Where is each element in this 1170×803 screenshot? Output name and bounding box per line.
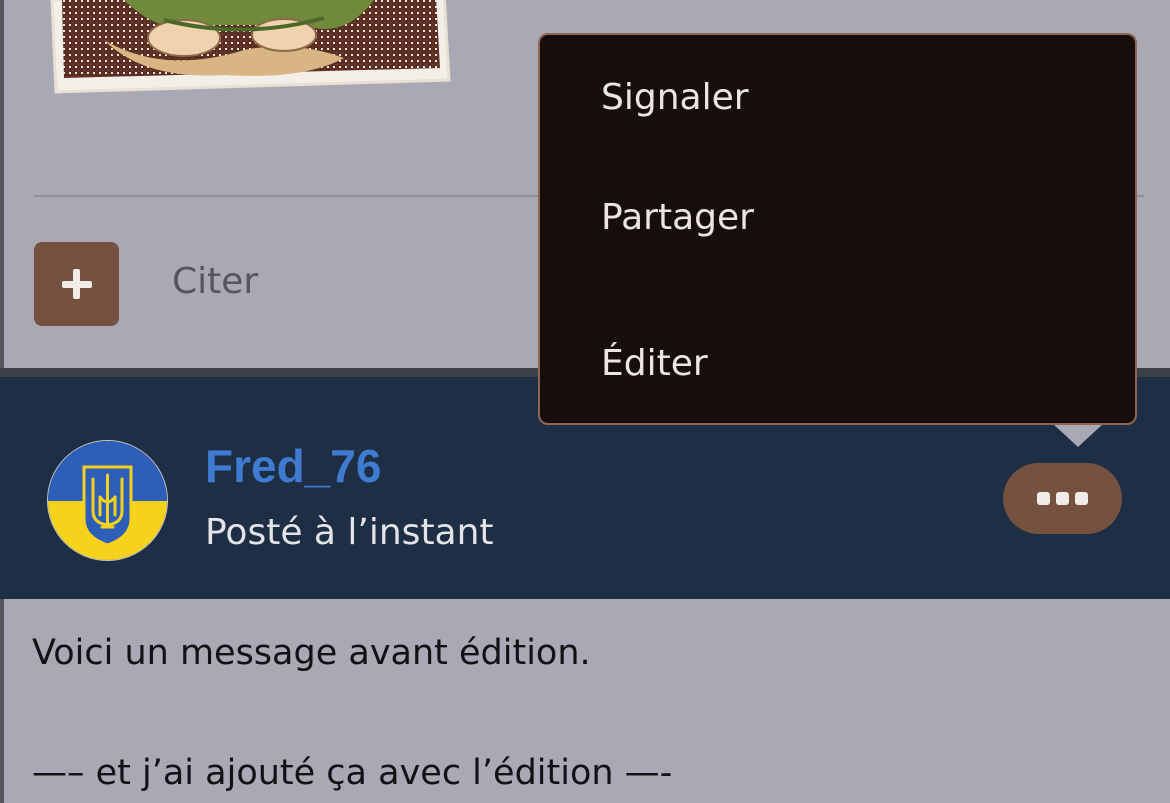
username[interactable]: Fred_76 (205, 439, 381, 493)
menu-item-edit[interactable]: Éditer (601, 343, 708, 384)
post-text-line: —– et j’ai ajouté ça avec l’édition —- (32, 753, 673, 793)
post-image (44, 0, 454, 98)
post-text-line: Voici un message avant édition. (32, 633, 591, 673)
add-button[interactable] (34, 242, 119, 326)
menu-caret (1052, 423, 1104, 447)
post-timestamp: Posté à l’instant (205, 512, 494, 553)
quote-link[interactable]: Citer (172, 261, 258, 302)
menu-item-share[interactable]: Partager (601, 197, 754, 238)
menu-item-report[interactable]: Signaler (601, 77, 749, 118)
post-content: Voici un message avant édition. —– et j’… (0, 599, 1170, 803)
more-options-button[interactable] (1003, 463, 1122, 534)
ukraine-trident-icon (48, 441, 167, 560)
post-options-menu: Signaler Partager Éditer (538, 33, 1137, 425)
more-options-icon (1037, 492, 1050, 505)
forum-thread-page: Citer Fred_76 Posté à l’instant Voici un… (0, 0, 1170, 803)
avatar[interactable] (48, 441, 167, 560)
